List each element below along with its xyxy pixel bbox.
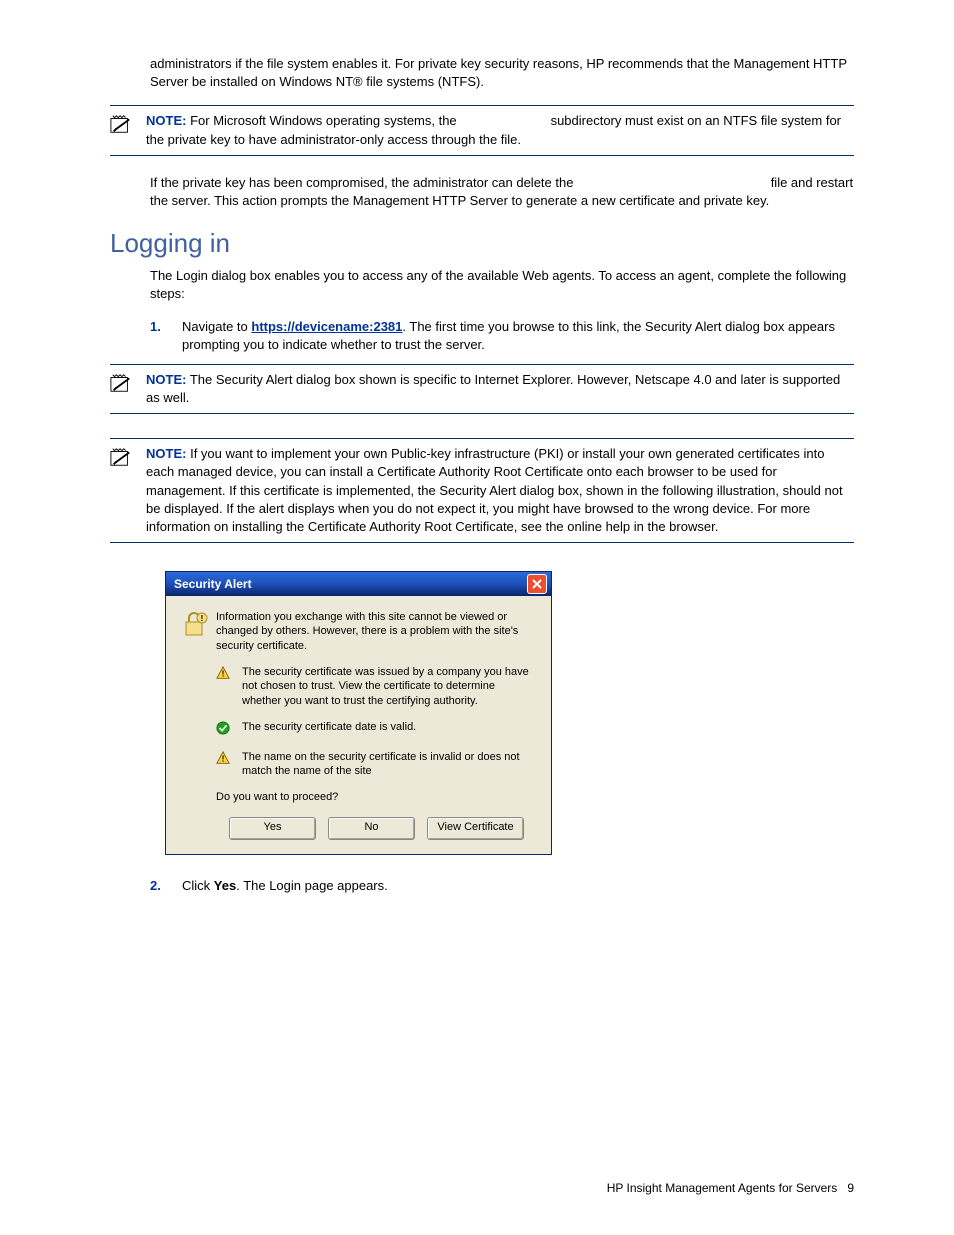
device-link[interactable]: https://devicename:2381 <box>251 319 402 334</box>
step-2-number: 2. <box>150 877 182 895</box>
warning-icon: ! <box>216 665 242 708</box>
security-alert-dialog: Security Alert ! Information yo <box>165 571 552 854</box>
step-1-number: 1. <box>150 318 182 354</box>
dialog-item-3: The name on the security certificate is … <box>242 750 537 779</box>
dialog-main-text: Information you exchange with this site … <box>216 610 537 653</box>
svg-text:!: ! <box>201 614 204 623</box>
login-intro: The Login dialog box enables you to acce… <box>150 267 854 303</box>
intro-paragraph: administrators if the file system enable… <box>150 55 854 91</box>
note-label: NOTE: <box>146 372 186 387</box>
dialog-item-1: The security certificate was issued by a… <box>242 665 537 708</box>
paragraph-after-note1: If the private key has been compromised,… <box>150 174 854 210</box>
dialog-titlebar: Security Alert <box>166 572 551 596</box>
note-icon <box>110 371 146 407</box>
view-certificate-button[interactable]: View Certificate <box>427 817 524 840</box>
note-3-text: If you want to implement your own Public… <box>146 446 843 534</box>
note-2-text: The Security Alert dialog box shown is s… <box>146 372 840 405</box>
warning-icon: ! <box>216 750 242 779</box>
dialog-title: Security Alert <box>174 577 252 591</box>
note-label: NOTE: <box>146 113 186 128</box>
check-icon <box>216 720 242 738</box>
note-label: NOTE: <box>146 446 186 461</box>
step-2: 2. Click Yes. The Login page appears. <box>150 877 854 895</box>
note-1-text: For Microsoft Windows operating systems,… <box>146 113 841 146</box>
dialog-proceed: Do you want to proceed? <box>216 791 537 803</box>
note-2: NOTE: The Security Alert dialog box show… <box>110 364 854 414</box>
note-icon <box>110 445 146 536</box>
lock-icon: ! <box>180 610 216 653</box>
page-footer: HP Insight Management Agents for Servers… <box>607 1181 854 1195</box>
note-3: NOTE: If you want to implement your own … <box>110 438 854 543</box>
svg-text:!: ! <box>222 670 225 679</box>
no-button[interactable]: No <box>328 817 415 840</box>
close-button[interactable] <box>527 574 547 594</box>
heading-logging-in: Logging in <box>110 228 854 259</box>
note-1: NOTE: For Microsoft Windows operating sy… <box>110 105 854 155</box>
yes-button[interactable]: Yes <box>229 817 316 840</box>
note-icon <box>110 112 146 148</box>
dialog-item-2: The security certificate date is valid. <box>242 720 537 738</box>
step-1: 1. Navigate to https://devicename:2381. … <box>150 318 854 354</box>
svg-text:!: ! <box>222 754 225 763</box>
